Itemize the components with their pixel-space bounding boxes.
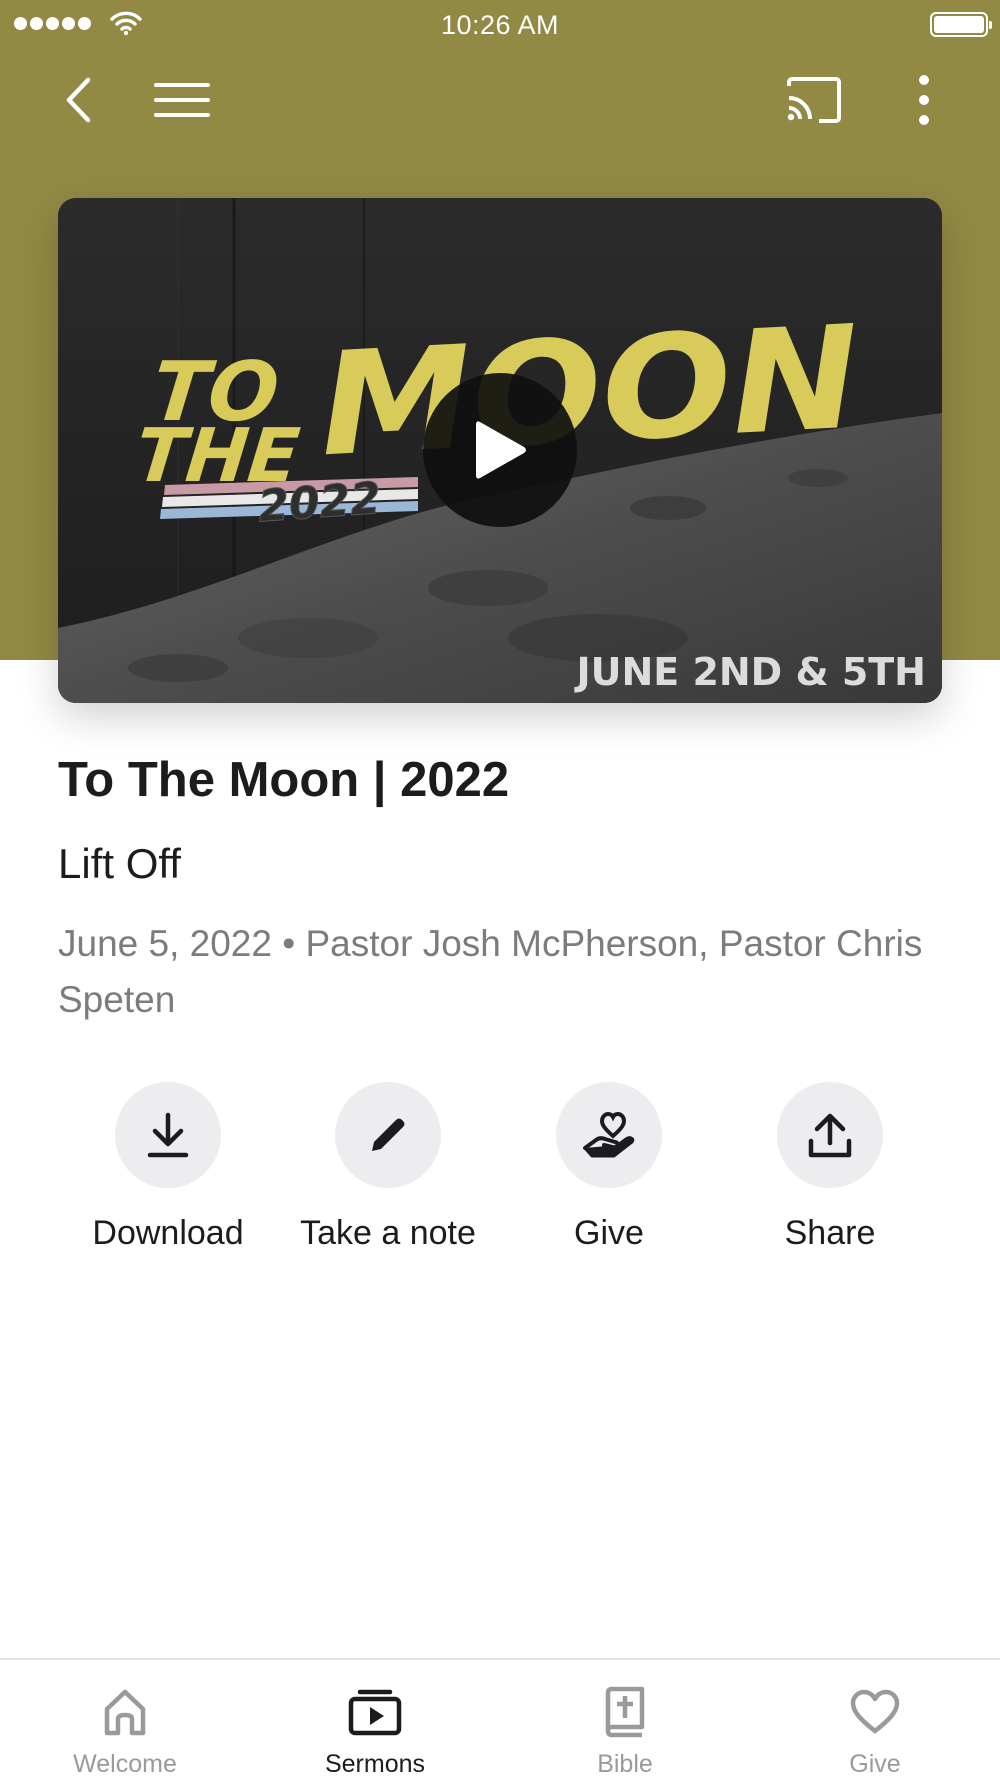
more-options-button[interactable] <box>900 70 948 130</box>
tab-sermons[interactable]: Sermons <box>250 1660 500 1778</box>
give-action-label: Give <box>574 1214 644 1252</box>
tab-bible[interactable]: Bible <box>500 1660 750 1778</box>
chevron-left-icon <box>66 77 91 123</box>
sermon-meta: June 5, 2022 • Pastor Josh McPherson, Pa… <box>58 923 923 1020</box>
hand-heart-icon <box>583 1111 635 1158</box>
art-text-year: 2022 <box>257 473 383 532</box>
sermon-title: To The Moon | 2022 <box>58 753 510 807</box>
status-bar: 10:26 AM <box>0 0 1000 50</box>
download-button[interactable]: Download <box>58 1082 278 1253</box>
bible-icon <box>605 1686 645 1738</box>
back-button[interactable] <box>48 70 108 130</box>
battery-icon <box>930 12 992 37</box>
status-time: 10:26 AM <box>440 10 560 40</box>
share-button[interactable]: Share <box>720 1082 940 1253</box>
tab-welcome[interactable]: Welcome <box>0 1660 250 1778</box>
take-note-label: Take a note <box>300 1214 476 1252</box>
cast-button[interactable] <box>782 70 846 130</box>
tab-sermons-label: Sermons <box>324 1750 426 1778</box>
menu-button[interactable] <box>150 70 214 130</box>
tab-bible-label: Bible <box>597 1750 653 1778</box>
tab-welcome-label: Welcome <box>73 1750 177 1778</box>
heart-icon <box>850 1689 900 1734</box>
art-text-dates: JUNE 2ND & 5TH <box>573 650 926 694</box>
download-label: Download <box>92 1214 244 1252</box>
tab-bar: Welcome Sermons Bible Give <box>0 1658 1000 1778</box>
take-note-button[interactable]: Take a note <box>278 1082 498 1253</box>
cast-icon <box>787 77 841 123</box>
sermon-subtitle: Lift Off <box>58 840 181 887</box>
download-icon <box>147 1112 189 1158</box>
tab-give-label: Give <box>849 1750 901 1778</box>
video-player[interactable]: TO THE MOON 2022 JUNE 2ND & 5TH <box>58 198 942 703</box>
more-vertical-icon <box>919 75 929 125</box>
hamburger-menu-icon <box>154 83 210 117</box>
home-icon <box>104 1689 146 1736</box>
tab-give[interactable]: Give <box>750 1660 1000 1778</box>
share-icon <box>808 1113 852 1158</box>
video-library-icon <box>348 1689 402 1736</box>
play-button[interactable] <box>423 373 577 527</box>
play-icon <box>476 421 526 479</box>
share-label: Share <box>784 1214 876 1252</box>
pencil-icon <box>372 1118 405 1151</box>
give-action-button[interactable]: Give <box>499 1082 719 1253</box>
